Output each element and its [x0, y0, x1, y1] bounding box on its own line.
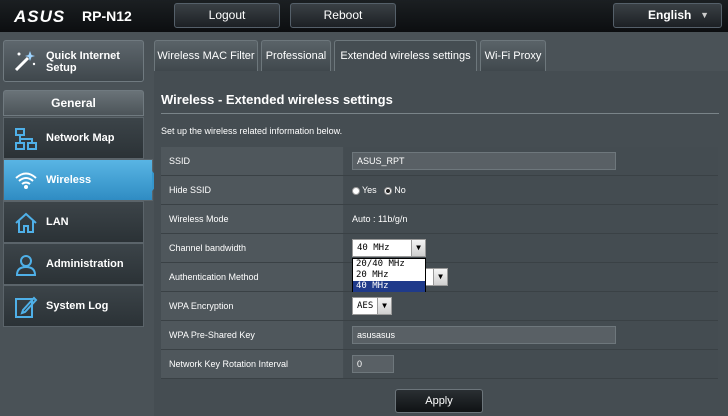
magic-wand-icon: [14, 51, 36, 72]
sidebar-item-label: Administration: [46, 258, 124, 270]
chevron-down-icon: ▼: [700, 10, 709, 20]
channel-bandwidth-dropdown: 20/40 MHz 20 MHz 40 MHz: [352, 258, 426, 292]
wireless-mode-row: Wireless Mode Auto : 11b/g/n: [161, 205, 718, 234]
hide-ssid-yes-radio[interactable]: [352, 186, 360, 195]
wpa-psk-label: WPA Pre-Shared Key: [161, 321, 343, 349]
wpa-encryption-select[interactable]: AES ▼: [352, 297, 392, 315]
language-select[interactable]: English ▼: [613, 3, 722, 28]
chevron-down-icon: ▼: [377, 298, 391, 314]
sidebar-item-administration[interactable]: Administration: [3, 243, 144, 285]
hide-ssid-yes-label: Yes: [362, 185, 377, 195]
sidebar-item-network-map[interactable]: Network Map: [3, 117, 144, 159]
sidebar-item-system-log[interactable]: System Log: [3, 285, 144, 327]
key-rotation-row: Network Key Rotation Interval 0: [161, 350, 718, 379]
hide-ssid-value-cell: Yes No: [344, 176, 718, 204]
chevron-down-icon: ▼: [411, 240, 425, 256]
hide-ssid-label: Hide SSID: [161, 176, 343, 204]
key-rotation-label: Network Key Rotation Interval: [161, 350, 343, 378]
sidebar-item-label: Network Map: [46, 132, 115, 144]
wifi-icon: [15, 172, 37, 189]
sidebar-item-label: LAN: [46, 216, 69, 228]
sidebar-item-lan[interactable]: LAN: [3, 201, 144, 243]
ssid-row: SSID ASUS_RPT: [161, 147, 718, 176]
tab-professional[interactable]: Professional: [261, 40, 331, 71]
wireless-mode-value: Auto : 11b/g/n: [352, 214, 408, 224]
wireless-mode-label: Wireless Mode: [161, 205, 343, 233]
model-name: RP-N12: [82, 8, 132, 24]
dropdown-option[interactable]: 20 MHz: [353, 270, 425, 281]
wpa-encryption-selected: AES: [357, 301, 374, 311]
tab-wifi-proxy[interactable]: Wi-Fi Proxy: [480, 40, 546, 71]
chevron-down-icon: ▼: [433, 269, 447, 285]
dropdown-option-selected[interactable]: 40 MHz: [353, 281, 425, 292]
logout-button[interactable]: Logout: [174, 3, 280, 28]
hide-ssid-no-label: No: [394, 185, 406, 195]
key-rotation-input[interactable]: 0: [352, 355, 394, 373]
dropdown-option[interactable]: 20/40 MHz: [353, 259, 425, 270]
tab-extended-wireless-settings[interactable]: Extended wireless settings: [334, 40, 477, 71]
wpa-psk-row: WPA Pre-Shared Key asusasus: [161, 321, 718, 350]
wireless-mode-value-cell: Auto : 11b/g/n: [344, 205, 718, 233]
wpa-encryption-row: WPA Encryption AES ▼: [161, 292, 718, 321]
channel-bandwidth-select[interactable]: 40 MHz ▼: [352, 239, 426, 257]
hide-ssid-options: Yes No: [352, 176, 406, 204]
sidebar-section-general: General: [3, 90, 144, 116]
quick-setup-label: Quick Internet Setup: [46, 50, 120, 74]
wpa-encryption-label: WPA Encryption: [161, 292, 343, 320]
page-description: Set up the wireless related information …: [161, 126, 343, 136]
wpa-psk-input[interactable]: asusasus: [352, 326, 616, 344]
ssid-value-cell: ASUS_RPT: [344, 147, 718, 175]
page-title: Wireless - Extended wireless settings: [161, 92, 393, 107]
user-icon: [15, 255, 37, 276]
network-map-icon: [15, 128, 37, 150]
sidebar-item-label: Wireless: [46, 174, 92, 186]
channel-bandwidth-row: Channel bandwidth 40 MHz ▼: [161, 234, 718, 263]
home-icon: [15, 212, 37, 233]
auth-method-row: Authentication Method ▼: [161, 263, 718, 292]
ssid-label: SSID: [161, 147, 343, 175]
channel-bandwidth-selected: 40 MHz: [357, 243, 390, 253]
language-label: English: [648, 8, 692, 22]
auth-method-label: Authentication Method: [161, 263, 343, 291]
edit-log-icon: [15, 296, 38, 318]
ssid-input[interactable]: ASUS_RPT: [352, 152, 616, 170]
hide-ssid-no-radio[interactable]: [384, 186, 393, 195]
sidebar-item-wireless[interactable]: Wireless: [3, 159, 161, 201]
quick-internet-setup-button[interactable]: Quick Internet Setup: [3, 40, 144, 82]
brand-logo: ASUS: [14, 7, 66, 26]
key-rotation-value-cell: 0: [344, 350, 718, 378]
divider: [161, 113, 719, 114]
tab-wireless-mac-filter[interactable]: Wireless MAC Filter: [154, 40, 258, 71]
channel-bandwidth-label: Channel bandwidth: [161, 234, 343, 262]
hide-ssid-row: Hide SSID Yes No: [161, 176, 718, 205]
wpa-encryption-value-cell: AES ▼: [344, 292, 718, 320]
reboot-button[interactable]: Reboot: [290, 3, 396, 28]
top-bar: ASUS RP-N12 Logout Reboot English ▼: [0, 0, 728, 32]
sidebar-item-label: System Log: [46, 300, 109, 312]
wpa-psk-value-cell: asusasus: [344, 321, 718, 349]
apply-button[interactable]: Apply: [395, 389, 483, 413]
